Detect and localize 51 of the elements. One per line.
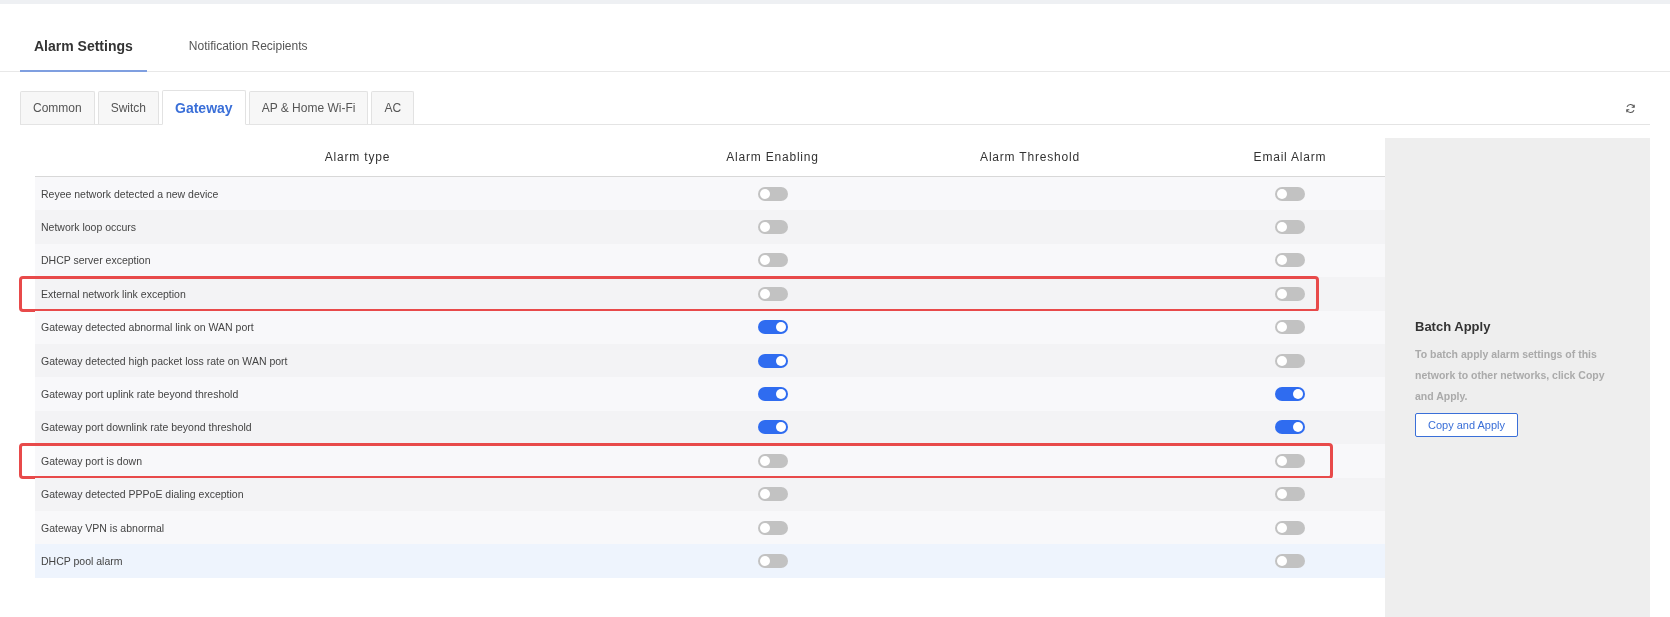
alarm-type-cell-text: Gateway port downlink rate beyond threshold (40, 421, 253, 434)
copy-and-apply-button[interactable]: Copy and Apply (1415, 412, 1519, 437)
alarm-type-cell-text: Gateway VPN is abnormal (40, 521, 166, 534)
toggle-switch[interactable] (1275, 387, 1305, 402)
toggle-switch[interactable] (1275, 520, 1305, 535)
alarm-type-cell-text: Network loop occurs (40, 221, 138, 234)
toggle-switch[interactable] (757, 320, 788, 335)
alarm-type-cell-text: Reyee network detected a new device (40, 187, 220, 200)
toggle-switch[interactable] (757, 453, 788, 468)
toggle-switch[interactable] (1275, 286, 1305, 301)
toggle-switch[interactable] (757, 286, 788, 301)
toggle-switch[interactable] (757, 520, 788, 535)
toggle-switch[interactable] (757, 420, 788, 435)
alarm-type-cell-text: Gateway port is down (40, 454, 143, 467)
main-tab[interactable]: Alarm Settings (20, 30, 147, 72)
column-header: Alarm Enabling (725, 150, 820, 164)
toggle-switch[interactable] (1275, 487, 1305, 502)
alarm-type-cell-text: Gateway port uplink rate beyond threshold (40, 388, 240, 401)
panel-description: To batch apply alarm settings of this network to other networks, click Copy and Apply. (1415, 346, 1606, 404)
toggle-switch[interactable] (1275, 220, 1305, 235)
device-tab[interactable]: AP & Home Wi-Fi (248, 91, 369, 124)
toggle-switch[interactable] (1275, 186, 1305, 201)
alarm-type-cell-text: DHCP pool alarm (40, 555, 124, 567)
device-tab[interactable]: AC (371, 91, 415, 124)
alarm-type-cell-text: Gateway detected PPPoE dialing exception (40, 488, 245, 501)
device-tab[interactable]: Common (20, 91, 95, 124)
alarm-type-cell-text: Gateway detected high packet loss rate on WAN port (40, 354, 289, 367)
toggle-switch[interactable] (757, 186, 788, 201)
alarm-type-cell-text: Gateway detected abnormal link on WAN port (40, 321, 255, 334)
toggle-switch[interactable] (757, 253, 788, 268)
column-header: Alarm type (323, 150, 392, 164)
toggle-switch[interactable] (1275, 453, 1305, 468)
toggle-switch[interactable] (1275, 554, 1305, 568)
device-tab[interactable]: Switch (97, 91, 160, 124)
toggle-switch[interactable] (1275, 320, 1305, 335)
refresh-icon[interactable] (1623, 101, 1638, 116)
toggle-switch[interactable] (757, 387, 788, 402)
column-header: Alarm Threshold (979, 150, 1081, 164)
column-header: Email Alarm (1252, 150, 1328, 164)
device-tab[interactable]: Gateway (162, 90, 246, 125)
toggle-switch[interactable] (757, 353, 788, 368)
toggle-switch[interactable] (757, 554, 788, 568)
alarm-type-cell-text: DHCP server exception (40, 254, 152, 267)
toggle-switch[interactable] (1275, 353, 1305, 368)
toggle-switch[interactable] (1275, 420, 1305, 435)
alarm-type-cell-text: External network link exception (40, 287, 187, 300)
toggle-switch[interactable] (1275, 253, 1305, 268)
main-tab[interactable]: Notification Recipients (174, 30, 322, 72)
toggle-switch[interactable] (757, 487, 788, 502)
panel-title: Batch Apply (1415, 318, 1492, 334)
toggle-switch[interactable] (757, 220, 788, 235)
